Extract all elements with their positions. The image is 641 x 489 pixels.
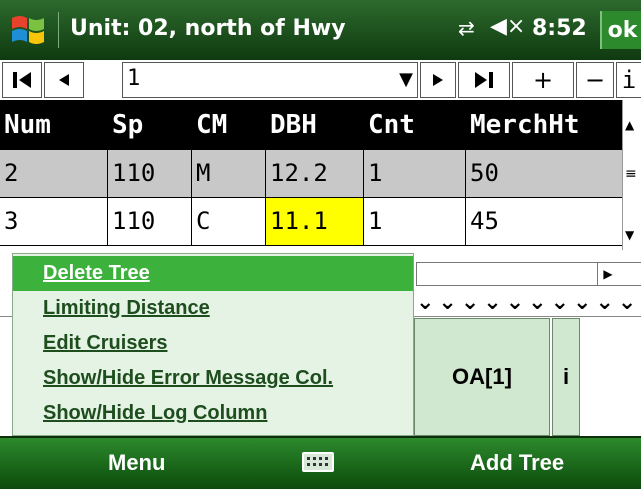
- info-button[interactable]: i: [616, 62, 641, 98]
- record-navigation-bar: 1 ▼ + − i: [0, 60, 641, 100]
- first-record-button[interactable]: [2, 62, 42, 98]
- first-record-icon: [13, 72, 31, 88]
- last-record-icon: [475, 72, 493, 88]
- softkey-bar: Menu Add Tree: [0, 436, 641, 489]
- keyboard-icon[interactable]: [302, 452, 334, 472]
- grid-vertical-scrollbar[interactable]: ▲ ≡ ▼: [622, 100, 641, 250]
- cell-merchht[interactable]: 50: [466, 150, 622, 197]
- cell-dbh[interactable]: 12.2: [266, 150, 364, 197]
- cell-dbh-highlighted[interactable]: 11.1: [266, 198, 364, 245]
- record-number: 1: [127, 66, 141, 91]
- scroll-thumb-grip-icon[interactable]: ≡: [625, 166, 637, 182]
- cell-cnt[interactable]: 1: [364, 150, 466, 197]
- scroll-right-arrow-icon[interactable]: ▶: [597, 263, 618, 285]
- column-header-cnt[interactable]: Cnt: [368, 110, 415, 140]
- dropdown-arrow-icon[interactable]: ▼: [399, 69, 413, 90]
- cell-merchht[interactable]: 45: [466, 198, 622, 245]
- record-selector[interactable]: 1 ▼: [122, 62, 418, 98]
- title-bar: Unit: 02, north of Hwy ⇄ ◀× 8:52 ok: [0, 0, 641, 60]
- scroll-up-arrow-icon[interactable]: ▲: [625, 118, 634, 132]
- grid-header: Num Sp CM DBH Cnt MerchHt: [0, 100, 622, 150]
- menu-item-limiting-distance[interactable]: Limiting Distance: [13, 291, 413, 326]
- previous-record-button[interactable]: [44, 62, 84, 98]
- window-title: Unit: 02, north of Hwy: [70, 16, 346, 41]
- scroll-down-arrow-icon[interactable]: ▼: [625, 228, 634, 242]
- ok-button[interactable]: ok: [600, 11, 641, 49]
- add-record-button[interactable]: +: [512, 62, 574, 98]
- connectivity-icon[interactable]: ⇄: [458, 16, 475, 40]
- cell-cnt[interactable]: 1: [364, 198, 466, 245]
- remove-record-button[interactable]: −: [576, 62, 614, 98]
- last-record-button[interactable]: [458, 62, 510, 98]
- table-row[interactable]: 3 110 C 11.1 1 45: [0, 198, 622, 246]
- menu-item-delete-tree[interactable]: Delete Tree: [13, 256, 413, 291]
- oa-button[interactable]: OA[1]: [414, 318, 550, 436]
- column-header-num[interactable]: Num: [4, 110, 51, 140]
- next-record-icon: [433, 74, 443, 86]
- menu-softkey[interactable]: Menu: [108, 450, 165, 476]
- column-header-cm[interactable]: CM: [196, 110, 227, 140]
- cell-cm[interactable]: C: [192, 198, 266, 245]
- previous-record-icon: [59, 74, 69, 86]
- horizontal-scrollbar[interactable]: ▶: [416, 262, 641, 286]
- column-header-dbh[interactable]: DBH: [270, 110, 317, 140]
- table-row[interactable]: 2 110 M 12.2 1 50: [0, 150, 622, 198]
- add-tree-softkey[interactable]: Add Tree: [470, 450, 564, 476]
- cell-num[interactable]: 2: [0, 150, 108, 197]
- title-divider: [58, 12, 59, 48]
- next-record-button[interactable]: [420, 62, 456, 98]
- cell-sp[interactable]: 110: [108, 198, 192, 245]
- detail-info-button[interactable]: i: [552, 318, 580, 436]
- menu-item-toggle-log-column[interactable]: Show/Hide Log Column: [13, 396, 413, 431]
- windows-start-icon[interactable]: [8, 10, 48, 50]
- column-header-merchht[interactable]: MerchHt: [470, 110, 580, 140]
- cell-num[interactable]: 3: [0, 198, 108, 245]
- cell-sp[interactable]: 110: [108, 150, 192, 197]
- clock[interactable]: 8:52: [532, 16, 587, 41]
- menu-item-edit-cruisers[interactable]: Edit Cruisers: [13, 326, 413, 361]
- volume-muted-icon[interactable]: ◀×: [490, 14, 525, 39]
- column-header-sp[interactable]: Sp: [112, 110, 143, 140]
- menu-item-toggle-error-column[interactable]: Show/Hide Error Message Col.: [13, 361, 413, 396]
- context-menu: Delete Tree Limiting Distance Edit Cruis…: [12, 253, 414, 436]
- expand-chevrons-icon[interactable]: ⌄⌄⌄⌄⌄⌄⌄⌄⌄⌄: [416, 290, 640, 315]
- cell-cm[interactable]: M: [192, 150, 266, 197]
